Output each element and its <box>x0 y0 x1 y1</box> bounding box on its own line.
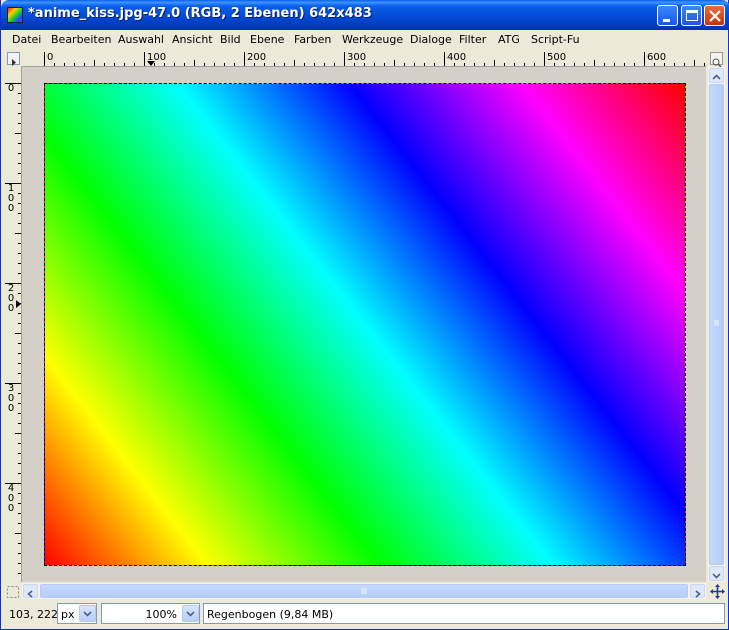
vruler-label-400: 400 <box>7 484 15 514</box>
gimp-icon <box>7 7 23 23</box>
scroll-down-button[interactable] <box>709 566 724 581</box>
unit-dropdown-button[interactable] <box>79 605 96 622</box>
hruler-label-400: 400 <box>447 52 467 63</box>
menu-bild[interactable]: Bild <box>220 33 241 46</box>
vruler-text-0: 0 <box>7 83 15 94</box>
quick-mask-toggle[interactable] <box>6 584 20 598</box>
menu-script-fu[interactable]: Script-Fu <box>531 33 580 46</box>
vertical-scrollbar[interactable] <box>708 67 725 582</box>
zoom-value: 100% <box>145 608 177 621</box>
chevron-right-icon <box>695 590 701 598</box>
vertical-scroll-thumb[interactable] <box>709 84 724 565</box>
vertical-ruler: 0 100 200 300 400 <box>5 66 22 582</box>
menu-arrow-button[interactable] <box>7 52 20 66</box>
grip-icon-horizontal <box>361 588 367 594</box>
menu-farben[interactable]: Farben <box>294 33 331 46</box>
chevron-left-icon <box>27 590 33 598</box>
chevron-down-icon <box>186 611 195 617</box>
menu-werkzeuge[interactable]: Werkzeuge <box>342 33 403 46</box>
scroll-up-button[interactable] <box>709 68 724 83</box>
zoom-dropdown-button[interactable] <box>182 605 199 622</box>
move-arrows-icon <box>710 584 725 599</box>
close-button[interactable] <box>704 5 725 26</box>
menu-filter[interactable]: Filter <box>459 33 486 46</box>
pointer-position-marker-vertical <box>16 300 21 308</box>
status-text: Regenbogen (9,84 MB) <box>207 608 334 621</box>
menu-datei[interactable]: Datei <box>12 33 41 46</box>
horizontal-scrollbar[interactable] <box>22 583 706 599</box>
image-canvas[interactable] <box>44 83 686 566</box>
pointer-coordinates: 103, 222 <box>9 608 58 621</box>
chevron-up-icon <box>712 74 721 80</box>
vruler-text-200: 200 <box>7 283 15 314</box>
vruler-label-300: 300 <box>7 384 15 414</box>
vruler-text-300: 300 <box>7 383 15 414</box>
window-title: *anime_kiss.jpg-47.0 (RGB, 2 Ebenen) 642… <box>28 6 372 21</box>
maximize-icon <box>686 10 698 21</box>
vruler-text-400: 400 <box>7 483 15 514</box>
vruler-label-200: 200 <box>7 284 15 314</box>
scroll-right-button[interactable] <box>690 584 705 598</box>
canvas-area[interactable] <box>22 67 706 582</box>
title-bar[interactable]: *anime_kiss.jpg-47.0 (RGB, 2 Ebenen) 642… <box>1 0 729 30</box>
status-bar: 103, 222 px 100% Regenbogen (9,84 MB) <box>1 600 728 629</box>
unit-select[interactable]: px <box>57 603 97 624</box>
chevron-down-icon <box>712 573 721 579</box>
quick-mask-icon <box>7 586 19 598</box>
menu-atg[interactable]: ATG <box>498 33 520 46</box>
hruler-label-500: 500 <box>547 52 567 63</box>
menu-ebene[interactable]: Ebene <box>250 33 284 46</box>
chevron-down-icon <box>83 611 92 617</box>
vruler-label-100: 100 <box>7 184 15 214</box>
maximize-button[interactable] <box>681 5 702 26</box>
hruler-label-200: 200 <box>247 52 267 63</box>
unit-value: px <box>61 608 75 621</box>
zoom-on-resize-button[interactable] <box>710 52 723 68</box>
navigate-button[interactable] <box>709 583 726 600</box>
hruler-label-600: 600 <box>647 52 667 63</box>
hruler-label-300: 300 <box>347 52 367 63</box>
vruler-label-0: 0 <box>7 84 15 94</box>
menu-dialoge[interactable]: Dialoge <box>410 33 452 46</box>
menu-bearbeiten[interactable]: Bearbeiten <box>51 33 111 46</box>
menu-ansicht[interactable]: Ansicht <box>172 33 213 46</box>
vruler-text-100: 100 <box>7 183 15 214</box>
menu-auswahl[interactable]: Auswahl <box>118 33 164 46</box>
grip-icon <box>714 320 719 326</box>
status-message: Regenbogen (9,84 MB) <box>203 603 725 624</box>
minimize-button[interactable] <box>657 5 678 26</box>
close-icon <box>709 10 721 22</box>
horizontal-ruler: 0 100 200 300 400 500 600 <box>22 52 706 67</box>
pointer-position-marker <box>147 61 155 66</box>
scroll-left-button[interactable] <box>23 584 38 598</box>
zoom-select[interactable]: 100% <box>101 603 200 624</box>
horizontal-scroll-thumb[interactable] <box>40 584 688 598</box>
image-window: *anime_kiss.jpg-47.0 (RGB, 2 Ebenen) 642… <box>0 0 729 630</box>
hruler-label-0: 0 <box>47 52 54 63</box>
menu-bar: Datei Bearbeiten Auswahl Ansicht Bild Eb… <box>1 30 728 50</box>
minimize-icon <box>663 19 670 22</box>
